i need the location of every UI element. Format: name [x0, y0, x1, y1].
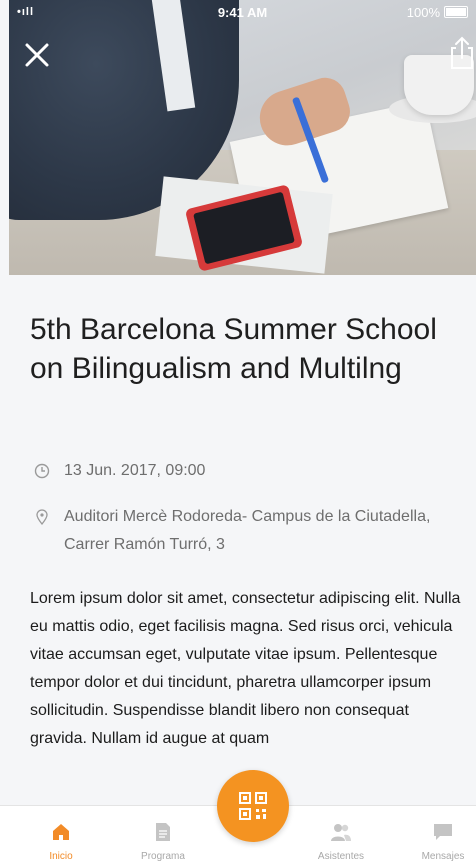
home-icon — [53, 824, 69, 840]
qr-scan-button[interactable] — [217, 770, 289, 842]
tab-inicio[interactable]: Inicio — [16, 806, 106, 868]
share-button[interactable] — [448, 36, 476, 70]
share-icon — [451, 36, 473, 69]
people-icon — [331, 824, 351, 841]
battery-percent: 100% — [406, 4, 440, 20]
event-date: 13 Jun. 2017, 09:00 — [64, 462, 206, 479]
clock-icon — [34, 463, 50, 479]
location-pin-icon — [36, 509, 48, 525]
tab-programa[interactable]: Programa — [118, 806, 208, 868]
close-icon — [25, 43, 49, 67]
event-location-row: Auditori Mercè Rodoreda- Campus de la Ci… — [34, 503, 434, 559]
event-title: 5th Barcelona Summer School on Bilingual… — [30, 313, 437, 385]
tab-label-mensajes: Mensajes — [421, 851, 465, 862]
status-bar: •ıll 9:41 AM 100% — [9, 0, 476, 24]
event-description: Lorem ipsum dolor sit amet, consectetur … — [30, 590, 461, 747]
event-date-row: 13 Jun. 2017, 09:00 — [34, 457, 205, 485]
event-location: Auditori Mercè Rodoreda- Campus de la Ci… — [64, 508, 431, 553]
tab-label-inicio: Inicio — [49, 851, 73, 862]
close-button[interactable] — [22, 40, 52, 70]
event-hero-image — [9, 0, 476, 275]
qr-code-icon — [239, 792, 267, 820]
battery-indicator: 100% — [407, 5, 468, 20]
status-time: 9:41 AM — [217, 4, 268, 20]
battery-icon — [444, 6, 468, 18]
tab-label-asistentes: Asistentes — [317, 851, 365, 862]
tab-asistentes[interactable]: Asistentes — [296, 806, 386, 868]
chat-icon — [434, 824, 452, 840]
document-icon — [156, 823, 170, 841]
tab-label-programa: Programa — [141, 851, 185, 862]
tab-mensajes[interactable]: Mensajes — [398, 806, 476, 868]
signal-indicator: •ıll — [17, 6, 35, 18]
